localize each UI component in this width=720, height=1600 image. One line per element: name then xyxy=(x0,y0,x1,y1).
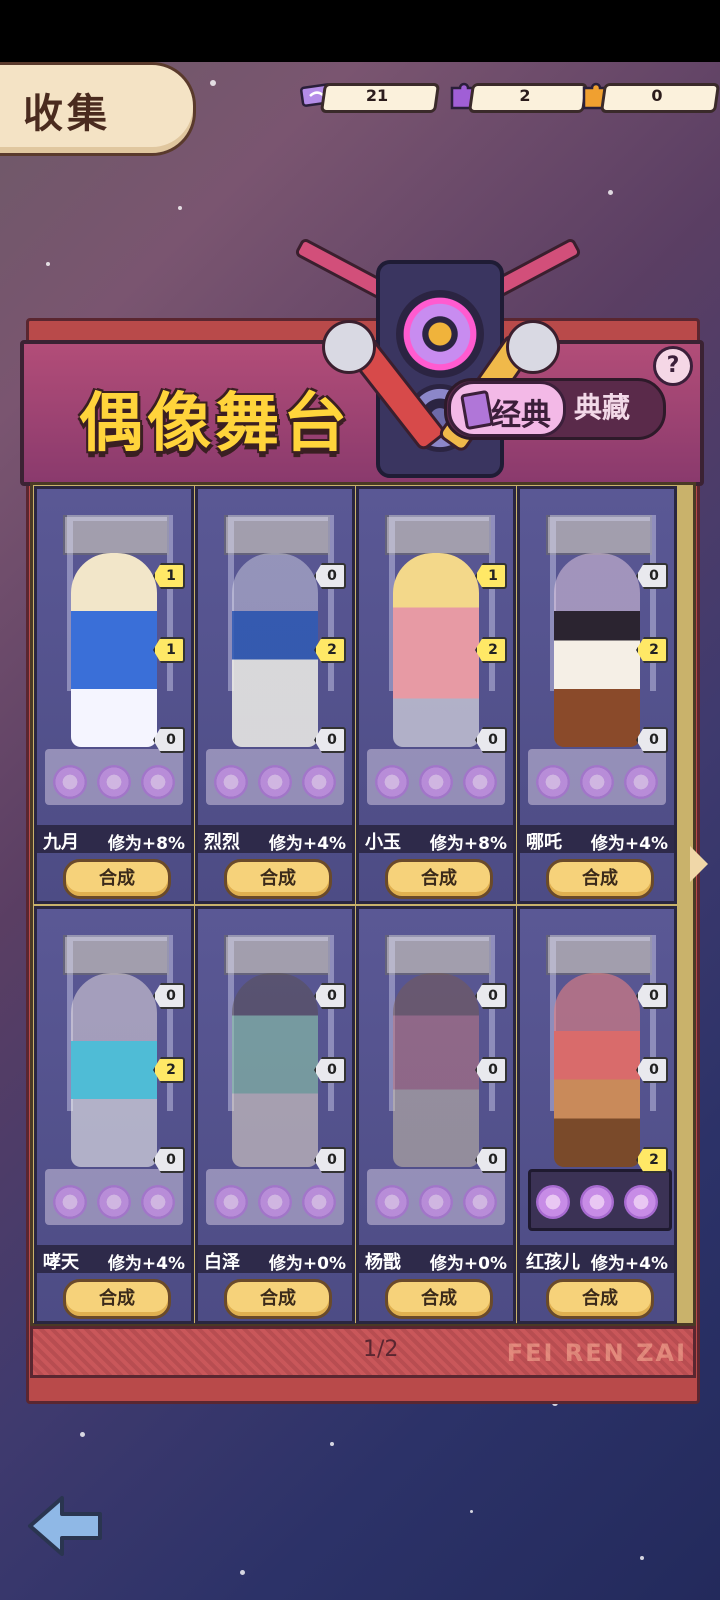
idol-card[interactable]: 0 0 2 红孩儿 修为+4% 合成 xyxy=(517,906,677,1324)
idol-figure xyxy=(232,553,318,747)
idol-figure xyxy=(393,973,479,1167)
idol-figure xyxy=(71,553,157,747)
merge-button[interactable]: 合成 xyxy=(546,1279,654,1319)
idol-name: 烈烈 xyxy=(204,832,240,853)
microphone-head-left xyxy=(322,320,376,374)
idol-card[interactable]: 1 2 0 小玉 修为+8% 合成 xyxy=(356,486,516,904)
orange-puzzle-counter: 0 xyxy=(580,80,720,113)
orange-puzzle-count: 0 xyxy=(651,86,663,105)
idol-card[interactable]: 0 2 0 哪吒 修为+4% 合成 xyxy=(517,486,677,904)
merge-button[interactable]: 合成 xyxy=(546,859,654,899)
back-arrow-icon[interactable] xyxy=(26,1490,106,1560)
merge-button[interactable]: 合成 xyxy=(224,859,332,899)
idol-figure xyxy=(393,553,479,747)
idol-bonus: 修为+0% xyxy=(429,1254,507,1274)
collection-title-tab: 收集 xyxy=(0,62,196,156)
idol-name: 白泽 xyxy=(204,1252,240,1273)
idol-card[interactable]: 0 2 0 烈烈 修为+4% 合成 xyxy=(195,486,355,904)
purple-puzzle-counter: 2 xyxy=(448,80,589,113)
purple-puzzle-count: 2 xyxy=(519,86,531,105)
idol-card[interactable]: 0 0 0 白泽 修为+0% 合成 xyxy=(195,906,355,1324)
tab-classic[interactable]: 经典 xyxy=(448,381,566,437)
ticket-counter: 21 xyxy=(300,80,441,113)
idol-bonus: 修为+4% xyxy=(107,1254,185,1274)
idol-figure xyxy=(232,973,318,1167)
idol-name: 九月 xyxy=(43,832,79,853)
page-indicator: 1/2 xyxy=(363,1337,399,1362)
next-page-arrow-icon[interactable] xyxy=(690,846,708,882)
help-button[interactable]: ? xyxy=(653,346,693,386)
idol-figure xyxy=(71,973,157,1167)
microphone-head-right xyxy=(506,320,560,374)
page-title: 收集 xyxy=(23,91,111,137)
idol-figure xyxy=(554,553,640,747)
idol-name: 哮天 xyxy=(43,1252,79,1273)
idol-card[interactable]: 1 1 0 九月 修为+8% 合成 xyxy=(34,486,194,904)
pagination-strip: 1/2 FEI REN ZAI xyxy=(30,1326,696,1378)
idol-figure xyxy=(554,973,640,1167)
merge-button[interactable]: 合成 xyxy=(63,859,171,899)
idol-bonus: 修为+0% xyxy=(268,1254,346,1274)
idol-bonus: 修为+8% xyxy=(107,834,185,854)
idol-name: 哪吒 xyxy=(526,832,562,853)
tab-collection[interactable]: 典藏 xyxy=(574,386,630,426)
idol-card[interactable]: 0 0 0 杨戬 修为+0% 合成 xyxy=(356,906,516,1324)
idol-name: 小玉 xyxy=(365,832,401,853)
idol-name: 杨戬 xyxy=(365,1252,401,1273)
watermark-text: FEI REN ZAI xyxy=(506,1339,687,1367)
idol-bonus: 修为+4% xyxy=(590,834,668,854)
merge-button[interactable]: 合成 xyxy=(224,1279,332,1319)
idol-name: 红孩儿 xyxy=(526,1252,580,1273)
idol-bonus: 修为+8% xyxy=(429,834,507,854)
tab-classic-label: 经典 xyxy=(491,398,551,433)
idol-card[interactable]: 0 2 0 哮天 修为+4% 合成 xyxy=(34,906,194,1324)
document-icon xyxy=(460,389,494,431)
merge-button[interactable]: 合成 xyxy=(385,859,493,899)
ticket-count: 21 xyxy=(365,86,389,105)
status-bar xyxy=(0,0,720,62)
merge-button[interactable]: 合成 xyxy=(385,1279,493,1319)
idol-bonus: 修为+4% xyxy=(590,1254,668,1274)
banner-title: 偶像舞台 xyxy=(79,387,351,461)
idol-bonus: 修为+4% xyxy=(268,834,346,854)
merge-button[interactable]: 合成 xyxy=(63,1279,171,1319)
